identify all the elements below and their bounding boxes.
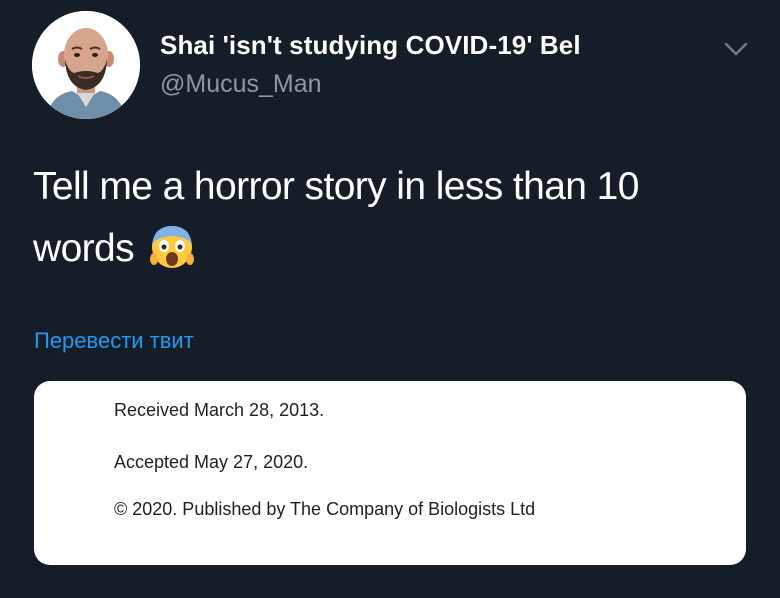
received-date-text: Received March 28, 2013.: [114, 400, 325, 420]
avatar[interactable]: [32, 11, 140, 119]
tweet-text: Tell me a horror story in less than 10 w…: [33, 156, 743, 288]
copyright-text: © 2020. Published by The Company of Biol…: [114, 499, 536, 519]
username-handle[interactable]: @Mucus_Man: [160, 70, 322, 99]
tweet-text-body: Tell me a horror story in less than 10 w…: [33, 165, 639, 270]
accepted-date-text: Accepted May 27, 2020.: [114, 452, 309, 472]
avatar-photo: [32, 11, 140, 119]
display-name[interactable]: Shai 'isn't studying COVID-19' Bel: [160, 30, 581, 61]
face-screaming-in-fear-icon: [150, 223, 195, 288]
tweet: Shai 'isn't studying COVID-19' Bel @Mucu…: [0, 0, 780, 598]
attached-image[interactable]: Received March 28, 2013. Accepted May 27…: [34, 381, 746, 565]
translate-tweet-link[interactable]: Перевести твит: [34, 328, 194, 354]
chevron-down-icon[interactable]: [720, 38, 752, 60]
